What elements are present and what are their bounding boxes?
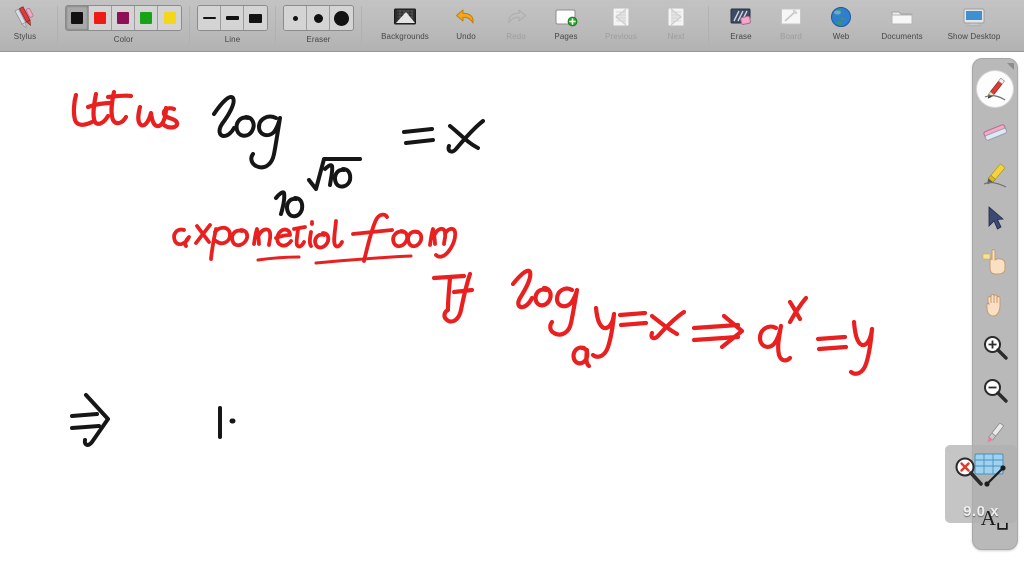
documents-mode-label: Documents — [881, 32, 923, 41]
stroke-implies-arrow — [70, 393, 110, 447]
next-page-icon — [663, 4, 689, 30]
stroke-log-rule — [431, 268, 875, 376]
stylus-label: Stylus — [13, 32, 37, 41]
globe-icon — [828, 4, 854, 30]
eraser-size-picker[interactable] — [283, 5, 354, 31]
hand-tool-button[interactable] — [974, 282, 1016, 325]
web-mode-button[interactable]: Web — [816, 0, 866, 50]
documents-mode-button[interactable]: Documents — [866, 0, 938, 50]
right-tool-palette: A␣ 9.0 x — [945, 58, 1018, 550]
redo-arrow-icon — [503, 4, 529, 30]
color-swatch-red[interactable] — [89, 6, 112, 30]
marker-tool-button[interactable] — [974, 153, 1016, 196]
zoom-out-icon — [980, 375, 1010, 405]
toolbar-separator — [189, 6, 190, 44]
backgrounds-icon — [392, 4, 418, 30]
toolbar-separator — [275, 6, 276, 44]
stroke-let-us — [71, 89, 180, 130]
stroke-log-expression — [212, 95, 485, 219]
redo-button[interactable]: Redo — [491, 0, 541, 50]
backgrounds-label: Backgrounds — [381, 32, 429, 41]
whiteboard-canvas[interactable] — [0, 52, 1024, 576]
zoom-in-icon — [980, 332, 1010, 362]
erase-board-label: Erase — [730, 32, 752, 41]
openboard-window: Stylus Color Line Eraser Backgrounds Und… — [0, 0, 1024, 576]
highlighter-icon — [980, 160, 1010, 190]
pages-label: Pages — [554, 32, 578, 41]
eraser-tool-button[interactable] — [974, 110, 1016, 153]
add-page-icon — [553, 4, 579, 30]
next-page-label: Next — [667, 32, 685, 41]
stylus-button[interactable]: Stylus — [0, 0, 50, 50]
toolbar-group-color: Color — [65, 0, 182, 52]
eraser-group-label: Eraser — [306, 35, 331, 44]
erase-board-icon — [728, 4, 754, 30]
zoom-in-tool-button[interactable] — [974, 325, 1016, 368]
handwriting-layer — [70, 89, 875, 447]
board-mode-label: Board — [780, 32, 802, 41]
backgrounds-button[interactable]: Backgrounds — [369, 0, 441, 50]
pages-button[interactable]: Pages — [541, 0, 591, 50]
toolbar-group-erase: Erase — [716, 0, 766, 52]
eraser-icon — [980, 117, 1010, 147]
eraser-size-small[interactable] — [284, 6, 307, 30]
laser-pointer-icon — [980, 418, 1010, 448]
text-A-icon: A␣ — [980, 506, 1010, 530]
erase-board-button[interactable]: Erase — [716, 0, 766, 50]
color-swatch-black[interactable] — [66, 6, 89, 30]
line-icon — [980, 461, 1010, 491]
toolbar-group-line: Line — [197, 0, 268, 52]
line-width-thick[interactable] — [244, 6, 267, 30]
color-group-label: Color — [113, 35, 134, 44]
line-tool-button[interactable] — [974, 454, 1016, 497]
top-toolbar: Stylus Color Line Eraser Backgrounds Und… — [0, 0, 1024, 52]
monitor-icon — [961, 4, 987, 30]
toolbar-group-page-tools: Backgrounds Undo Redo Pages Previous Nex… — [369, 0, 701, 52]
openboard-menu-button[interactable]: OpenBoard — [1010, 0, 1024, 50]
next-page-button[interactable]: Next — [651, 0, 701, 50]
line-group-label: Line — [224, 35, 241, 44]
pen-icon — [980, 74, 1010, 104]
eraser-size-medium[interactable] — [307, 6, 330, 30]
undo-button[interactable]: Undo — [441, 0, 491, 50]
previous-page-button[interactable]: Previous — [591, 0, 651, 50]
previous-page-label: Previous — [605, 32, 637, 41]
laser-tool-button[interactable] — [974, 411, 1016, 454]
toolbar-separator — [361, 6, 362, 44]
toolbar-group-modes: Board Web Documents Show Desktop — [766, 0, 1024, 52]
line-width-picker[interactable] — [197, 5, 268, 31]
pen-tool-button[interactable] — [974, 67, 1016, 110]
line-width-thin[interactable] — [198, 6, 221, 30]
color-swatch-purple[interactable] — [112, 6, 135, 30]
toolbar-separator — [708, 6, 709, 44]
pointer-tool-button[interactable] — [974, 239, 1016, 282]
pointing-hand-icon — [980, 246, 1010, 276]
open-hand-icon — [980, 289, 1010, 319]
stroke-exponential-form — [172, 212, 458, 265]
toolbar-group-stylus: Stylus — [0, 0, 50, 52]
undo-arrow-icon — [453, 4, 479, 30]
board-mode-button[interactable]: Board — [766, 0, 816, 50]
board-icon — [778, 4, 804, 30]
show-desktop-button[interactable]: Show Desktop — [938, 0, 1010, 50]
stylus-icon — [12, 4, 38, 30]
undo-label: Undo — [456, 32, 476, 41]
line-width-medium[interactable] — [221, 6, 244, 30]
redo-label: Redo — [506, 32, 526, 41]
selector-tool-button[interactable] — [974, 196, 1016, 239]
color-picker[interactable] — [65, 5, 182, 31]
zoom-out-tool-button[interactable] — [974, 368, 1016, 411]
stroke-partial-one — [218, 406, 236, 439]
toolbar-group-eraser: Eraser — [283, 0, 354, 52]
color-swatch-green[interactable] — [135, 6, 158, 30]
eraser-size-large[interactable] — [330, 6, 353, 30]
color-swatch-yellow[interactable] — [158, 6, 181, 30]
web-mode-label: Web — [832, 32, 850, 41]
folder-icon — [889, 4, 915, 30]
toolbar-separator — [57, 6, 58, 44]
show-desktop-label: Show Desktop — [947, 32, 1001, 41]
previous-page-icon — [608, 4, 634, 30]
arrow-cursor-icon — [980, 203, 1010, 233]
